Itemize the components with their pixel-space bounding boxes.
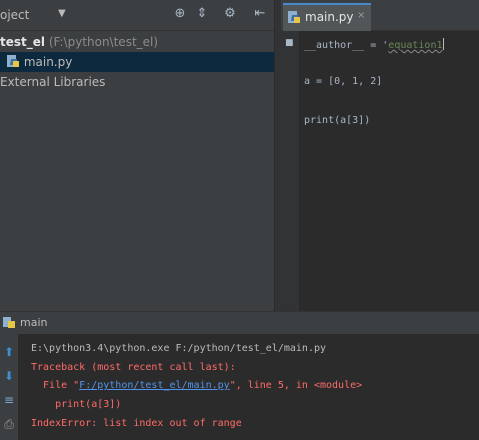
tree-item-root-name: test_el xyxy=(0,35,46,49)
console-line-traceback: Traceback (most recent call last): xyxy=(31,362,236,373)
fold-marker-icon[interactable]: ■ xyxy=(285,38,294,48)
tree-item-root[interactable]: test_el (F:\python\test_el) xyxy=(0,32,274,52)
code-token: __author__ = ' xyxy=(304,40,389,51)
chevron-down-icon[interactable]: ▼ xyxy=(58,8,66,19)
print-icon[interactable]: ⎙ xyxy=(1,416,17,432)
soft-wrap-icon[interactable]: ≡ xyxy=(1,392,17,408)
target-icon[interactable]: ⊕ xyxy=(172,6,188,22)
arrow-down-icon[interactable]: ⬇ xyxy=(1,368,17,384)
gear-icon[interactable]: ⚙ xyxy=(222,6,238,22)
editor-tab-bar: main.py × xyxy=(281,0,479,32)
python-file-icon xyxy=(288,11,300,23)
code-line[interactable]: a = [0, 1, 2] xyxy=(304,76,382,87)
tree-item-libraries-label: External Libraries xyxy=(0,75,106,89)
code-editor[interactable] xyxy=(299,31,479,311)
tree-item-file-label: main.py xyxy=(23,55,73,69)
project-view-selector[interactable]: oject xyxy=(0,8,29,22)
collapse-icon[interactable]: ⇕ xyxy=(194,6,210,22)
code-line[interactable]: print(a[3]) xyxy=(304,115,370,126)
file-link[interactable]: F:/python/test_el/main.py xyxy=(79,380,230,391)
code-line[interactable]: __author__ = 'equation1 xyxy=(304,38,445,51)
console-line-code: print(a[3]) xyxy=(31,399,122,410)
text-cursor xyxy=(443,38,445,50)
run-toolbar: ⬆ ⬇ ≡ ⎙ xyxy=(0,334,18,440)
string-literal: equation1 xyxy=(388,40,443,51)
tree-item-file[interactable]: main.py xyxy=(0,52,274,72)
tree-item-root-path: (F:\python\test_el) xyxy=(48,35,159,49)
arrow-up-icon[interactable]: ⬆ xyxy=(1,344,17,360)
console-line-error: IndexError: list index out of range xyxy=(31,418,242,429)
tab-label: main.py xyxy=(305,10,354,24)
console-line-command: E:\python3.4\python.exe F:/python/test_e… xyxy=(31,343,327,354)
close-icon[interactable]: × xyxy=(357,10,365,21)
tree-item-external-libraries[interactable]: External Libraries xyxy=(0,72,274,92)
project-tree: test_el (F:\python\test_el) main.py Exte… xyxy=(0,31,274,311)
run-panel-title: main xyxy=(20,316,48,329)
project-panel-header: oject ▼ ⊕ ⇕ ⚙ ⇤ xyxy=(0,0,274,31)
python-run-icon xyxy=(3,317,15,328)
editor-gutter xyxy=(281,31,299,311)
tab-main-py[interactable]: main.py × xyxy=(283,3,371,32)
hide-icon[interactable]: ⇤ xyxy=(252,6,268,22)
console-line-file: File "F:/python/test_el/main.py", line 5… xyxy=(31,380,362,391)
console-text: ", line 5, in <module> xyxy=(229,380,363,391)
python-file-icon xyxy=(7,55,19,67)
console-text: File " xyxy=(31,380,80,391)
run-panel-header: main xyxy=(0,311,479,335)
